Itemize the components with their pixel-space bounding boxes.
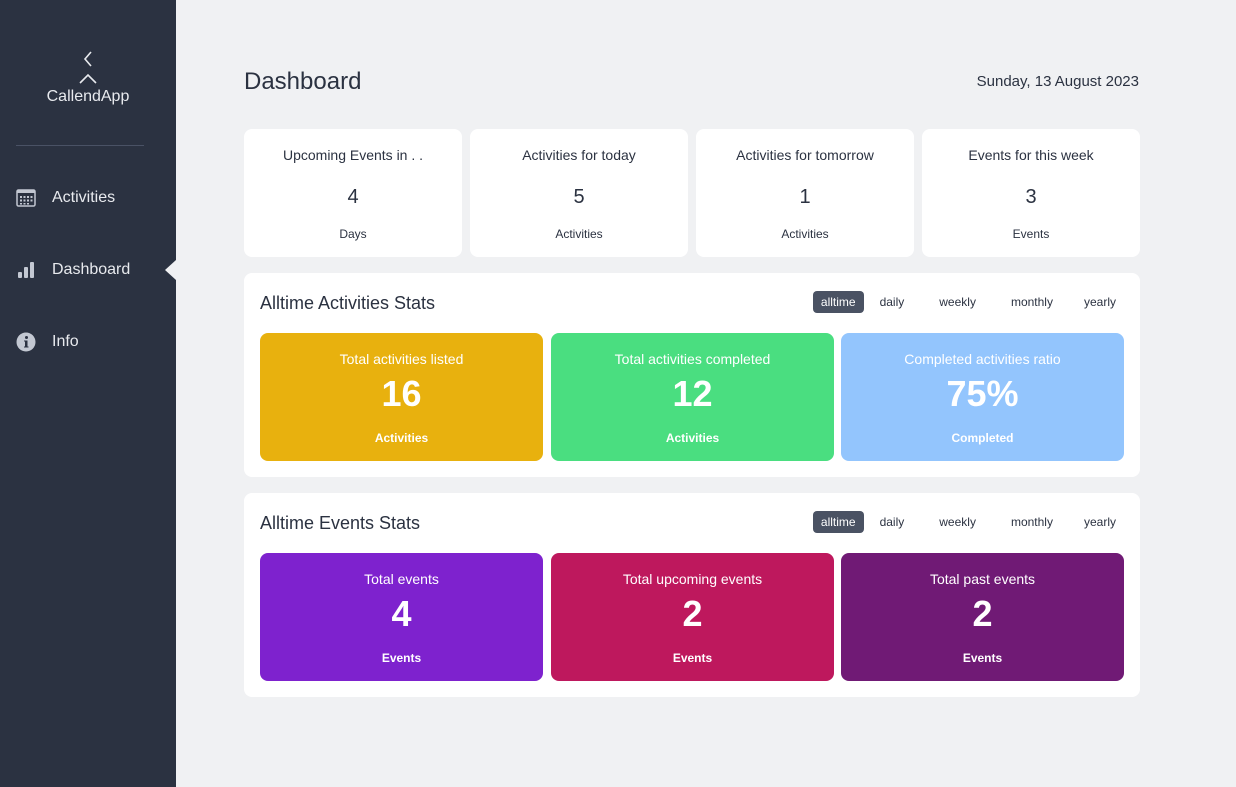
stat-card-title: Total activities listed bbox=[339, 351, 464, 367]
summary-card-unit: Days bbox=[339, 227, 367, 241]
summary-card-activities-tomorrow: Activities for tomorrow 1 Activities bbox=[696, 129, 914, 257]
stat-card-value: 12 bbox=[672, 373, 713, 414]
stat-card-title: Total past events bbox=[929, 571, 1036, 587]
stat-card-value: 16 bbox=[381, 373, 422, 414]
summary-card-value: 1 bbox=[799, 186, 811, 208]
active-indicator bbox=[165, 260, 176, 280]
brand[interactable]: CallendApp bbox=[0, 48, 176, 106]
period-filter: alltime daily weekly monthly yearly bbox=[807, 511, 1124, 533]
stat-card-unit: Activities bbox=[665, 431, 720, 445]
info-icon bbox=[16, 332, 36, 352]
stat-card-value: 4 bbox=[391, 593, 412, 634]
current-date: Sunday, 13 August 2023 bbox=[976, 73, 1139, 90]
summary-card-value: 4 bbox=[347, 186, 359, 208]
app-logo-icon bbox=[79, 51, 97, 84]
summary-card-upcoming-events: Upcoming Events in . . 4 Days bbox=[244, 129, 462, 257]
filter-monthly[interactable]: monthly bbox=[1003, 291, 1061, 313]
period-filter: alltime daily weekly monthly yearly bbox=[807, 291, 1124, 313]
summary-card-unit: Events bbox=[1012, 227, 1050, 241]
stat-card-total-events: Total events 4 Events bbox=[260, 553, 543, 681]
sidebar-item-info[interactable]: Info bbox=[0, 324, 176, 360]
summary-card-title: Activities for tomorrow bbox=[736, 147, 874, 163]
sidebar-item-dashboard[interactable]: Dashboard bbox=[0, 252, 176, 288]
filter-weekly[interactable]: weekly bbox=[931, 511, 984, 533]
panel-title: Alltime Activities Stats bbox=[260, 293, 436, 313]
stat-card-unit: Activities bbox=[374, 431, 429, 445]
calendar-icon bbox=[16, 188, 36, 208]
events-stats-panel: Alltime Events Stats alltime daily weekl… bbox=[244, 493, 1140, 697]
summary-card-unit: Activities bbox=[555, 227, 603, 241]
filter-yearly[interactable]: yearly bbox=[1076, 291, 1124, 313]
sidebar-item-label: Activities bbox=[52, 189, 116, 206]
filter-weekly[interactable]: weekly bbox=[931, 291, 984, 313]
summary-card-activities-today: Activities for today 5 Activities bbox=[470, 129, 688, 257]
summary-card-title: Activities for today bbox=[522, 147, 636, 163]
sidebar: CallendApp Activities Dashboard Info bbox=[0, 0, 176, 787]
stat-card-value: 75% bbox=[946, 373, 1019, 414]
stat-card-completed-ratio: Completed activities ratio 75% Completed bbox=[841, 333, 1124, 461]
stat-card-value: 2 bbox=[682, 593, 703, 634]
summary-card-title: Upcoming Events in . . bbox=[282, 147, 424, 163]
stat-card-unit: Events bbox=[962, 651, 1003, 665]
stat-card-title: Total events bbox=[364, 571, 439, 587]
sidebar-item-label: Info bbox=[52, 333, 79, 350]
stat-card-title: Total activities completed bbox=[614, 351, 771, 367]
sidebar-item-label: Dashboard bbox=[52, 261, 131, 278]
summary-card-value: 3 bbox=[1025, 186, 1037, 208]
bar-chart-icon bbox=[16, 260, 36, 280]
summary-card-unit: Activities bbox=[781, 227, 829, 241]
stat-card-completed-activities: Total activities completed 12 Activities bbox=[551, 333, 834, 461]
stat-card-value: 2 bbox=[972, 593, 993, 634]
stat-card-title: Total upcoming events bbox=[622, 571, 763, 587]
filter-monthly[interactable]: monthly bbox=[1003, 511, 1061, 533]
page-title: Dashboard bbox=[244, 68, 362, 95]
sidebar-divider bbox=[16, 145, 144, 146]
app-name: CallendApp bbox=[46, 88, 130, 105]
summary-card-events-week: Events for this week 3 Events bbox=[922, 129, 1140, 257]
stat-card-title: Completed activities ratio bbox=[904, 351, 1061, 367]
filter-daily[interactable]: daily bbox=[872, 291, 913, 313]
panel-title: Alltime Events Stats bbox=[260, 513, 421, 533]
activities-stats-panel: Alltime Activities Stats alltime daily w… bbox=[244, 273, 1140, 477]
filter-alltime[interactable]: alltime bbox=[812, 291, 864, 313]
stat-card-unit: Events bbox=[672, 651, 713, 665]
summary-card-value: 5 bbox=[573, 186, 585, 208]
stat-card-past-events: Total past events 2 Events bbox=[841, 553, 1124, 681]
summary-card-title: Events for this week bbox=[968, 147, 1094, 163]
filter-yearly[interactable]: yearly bbox=[1076, 511, 1124, 533]
stat-card-unit: Events bbox=[381, 651, 422, 665]
stat-card-unit: Completed bbox=[951, 431, 1014, 445]
stat-card-total-activities: Total activities listed 16 Activities bbox=[260, 333, 543, 461]
sidebar-item-activities[interactable]: Activities bbox=[0, 180, 176, 216]
stat-card-upcoming-events: Total upcoming events 2 Events bbox=[551, 553, 834, 681]
filter-alltime[interactable]: alltime bbox=[812, 511, 864, 533]
filter-daily[interactable]: daily bbox=[872, 511, 913, 533]
